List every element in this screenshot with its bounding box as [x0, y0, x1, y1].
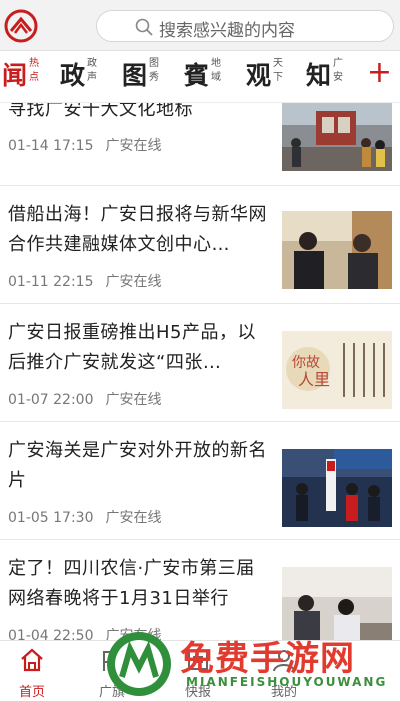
article-thumbnail: [282, 449, 392, 527]
article-title: 广安日报重磅推出H5产品，以后推介广安就发这“四张…: [8, 322, 256, 373]
site-watermark: 免费手游网 MIANFEISHOUYOUWANG: [100, 627, 400, 700]
tab-label: 首页: [18, 685, 45, 700]
article-source: 广安在线: [105, 274, 162, 290]
tab-sub-label: 政声: [87, 58, 97, 83]
watermark-logo-icon: [107, 632, 171, 696]
search-icon: [135, 18, 153, 36]
tab-home[interactable]: 首页: [2, 641, 62, 701]
article-thumbnail: 你故 人里: [282, 331, 392, 409]
app-logo-icon[interactable]: [4, 9, 38, 43]
article-time: 01-05 17:30: [8, 510, 94, 526]
tab-main-label: 图: [122, 61, 148, 90]
tab-region[interactable]: 賓 地域: [184, 52, 230, 96]
article-meta: 01-11 22:15 广安在线: [8, 271, 161, 291]
article-title: 借船出海！广安日报将与新华网合作共建融媒体文创中心…: [8, 204, 267, 255]
thumb-text-line1: 你故: [292, 355, 320, 371]
article-title: 广安海关是广安对外开放的新名片: [8, 440, 267, 491]
tab-main-label: 賓: [184, 61, 210, 90]
tab-sub-label: 热点: [29, 58, 39, 83]
tab-photos[interactable]: 图 图秀: [122, 52, 168, 96]
article-source: 广安在线: [105, 510, 162, 526]
tab-sub-label: 图秀: [149, 58, 159, 83]
list-item[interactable]: 寻找广安十大文化地标 01-14 17:15 广安在线: [0, 103, 400, 186]
tab-sub-label: 地域: [211, 58, 221, 83]
category-tabs: 闻 热点 政 政声 图 图秀 賓 地域 观 天下 知 广安 +: [0, 52, 400, 103]
search-box[interactable]: 搜索感兴趣的内容: [96, 10, 394, 42]
home-icon: [21, 648, 43, 672]
article-title: 寻找广安十大文化地标: [8, 103, 193, 120]
search-placeholder: 搜索感兴趣的内容: [159, 21, 295, 41]
article-title: 定了！四川农信·广安市第三届网络春晚将于1月31日举行: [8, 558, 255, 609]
tab-world[interactable]: 观 天下: [246, 52, 292, 96]
article-source: 广安在线: [105, 138, 162, 154]
tab-main-label: 闻: [2, 61, 28, 90]
list-item[interactable]: 广安海关是广安对外开放的新名片 01-05 17:30 广安在线: [0, 421, 400, 540]
article-time: 01-11 22:15: [8, 274, 94, 290]
article-meta: 01-07 22:00 广安在线: [8, 389, 161, 409]
tab-main-label: 政: [60, 61, 86, 90]
article-thumbnail: [282, 103, 392, 171]
list-item[interactable]: 广安日报重磅推出H5产品，以后推介广安就发这“四张… 01-07 22:00 广安…: [0, 303, 400, 422]
news-feed[interactable]: 寻找广安十大文化地标 01-14 17:15 广安在线 借船出海！广安日报将与新华…: [0, 103, 400, 645]
tab-sub-label: 天下: [273, 58, 283, 83]
tab-guangan[interactable]: 知 广安: [306, 52, 352, 96]
tab-main-label: 知: [306, 61, 332, 90]
watermark-subtext: MIANFEISHOUYOUWANG: [186, 675, 388, 689]
thumb-text-line2: 人里: [298, 370, 330, 389]
tab-main-label: 观: [246, 61, 272, 90]
tab-politics[interactable]: 政 政声: [60, 52, 106, 96]
tab-sub-label: 广安: [333, 58, 343, 83]
article-meta: 01-05 17:30 广安在线: [8, 507, 161, 527]
watermark-text: 免费手游网: [180, 639, 355, 679]
article-time: 01-07 22:00: [8, 392, 94, 408]
tab-hot[interactable]: 闻 热点: [2, 52, 48, 96]
article-thumbnail: [282, 211, 392, 289]
add-category-button[interactable]: +: [367, 58, 392, 88]
list-item[interactable]: 借船出海！广安日报将与新华网合作共建融媒体文创中心… 01-11 22:15 广安…: [0, 185, 400, 304]
top-bar: 搜索感兴趣的内容: [0, 0, 400, 51]
article-time: 01-14 17:15: [8, 138, 94, 154]
article-meta: 01-14 17:15 广安在线: [8, 135, 161, 155]
article-source: 广安在线: [105, 392, 162, 408]
